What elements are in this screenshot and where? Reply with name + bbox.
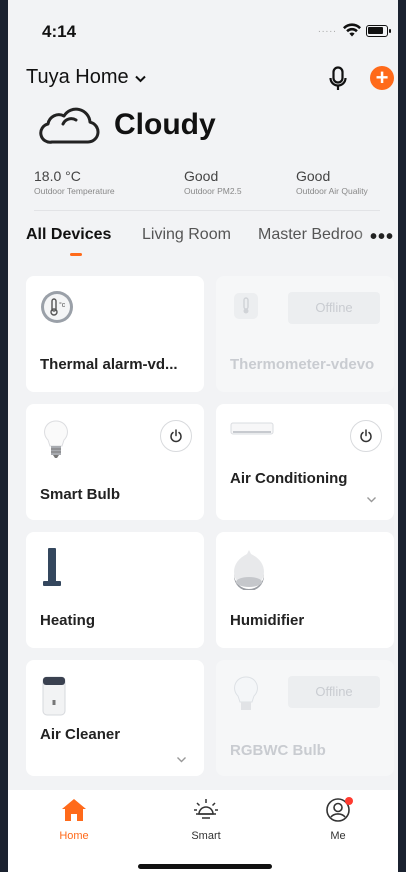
bulb-icon: [44, 420, 68, 458]
more-icon[interactable]: •••: [370, 226, 394, 249]
weather-summary: Cloudy: [38, 104, 216, 146]
nav-label: Smart: [191, 830, 221, 842]
metric-temperature: 18.0 °C Outdoor Temperature: [34, 168, 115, 196]
chevron-down-icon[interactable]: [176, 754, 187, 766]
nav-label: Me: [330, 830, 346, 842]
metric-value: Good: [184, 168, 219, 184]
status-time: 4:14: [42, 22, 77, 41]
device-card-heating[interactable]: Heating: [26, 532, 204, 648]
device-card-air-conditioning[interactable]: Air Conditioning: [216, 404, 394, 520]
divider: [34, 210, 380, 211]
bottom-nav: Home Smart Me: [8, 790, 398, 872]
nav-me[interactable]: Me: [298, 796, 378, 842]
metric-label: Outdoor Air Quality: [296, 186, 368, 196]
microphone-icon[interactable]: [328, 66, 348, 92]
power-button[interactable]: [160, 420, 192, 452]
notification-badge: [345, 797, 353, 805]
air-cleaner-icon: [42, 676, 66, 716]
thermometer-icon: [234, 293, 258, 319]
sun-icon: [194, 799, 218, 819]
power-button[interactable]: [350, 420, 382, 452]
device-card-thermometer[interactable]: Offline Thermometer-vdevo: [216, 276, 394, 392]
power-icon: [170, 429, 182, 443]
home-icon: [62, 799, 86, 821]
signal-icon: .....: [318, 24, 337, 35]
device-card-air-cleaner[interactable]: Air Cleaner: [26, 660, 204, 776]
nav-label: Home: [59, 830, 89, 842]
home-name: Tuya Home: [26, 66, 129, 88]
tab-living-room[interactable]: Living Room: [142, 226, 231, 244]
device-name: Thermal alarm-vd...: [40, 356, 178, 373]
tab-all-devices[interactable]: All Devices: [26, 226, 111, 244]
home-indicator: [138, 864, 272, 869]
battery-icon: [366, 25, 391, 37]
status-bar: 4:14 .....: [8, 0, 398, 60]
device-card-thermal-alarm[interactable]: °c Thermal alarm-vd...: [26, 276, 204, 392]
device-name: Air Conditioning: [230, 470, 348, 487]
device-name: Thermometer-vdevo: [230, 356, 375, 373]
thermal-alarm-icon: °c: [41, 291, 73, 323]
weather-metrics: 18.0 °C Outdoor Temperature Good Outdoor…: [34, 168, 394, 208]
chevron-down-icon[interactable]: [366, 494, 377, 506]
add-device-button[interactable]: +: [370, 66, 394, 90]
weather-condition: Cloudy: [114, 108, 216, 141]
cloud-icon: [39, 107, 100, 144]
device-name: Heating: [40, 612, 96, 629]
phone-screen: 4:14 ..... Tuya Home + Cloudy 18.0 °C Ou…: [8, 0, 398, 872]
svg-text:°c: °c: [59, 301, 66, 309]
device-card-smart-bulb[interactable]: Smart Bulb: [26, 404, 204, 520]
metric-air-quality: Good Outdoor Air Quality: [296, 168, 368, 196]
home-selector[interactable]: Tuya Home: [26, 66, 146, 89]
room-tabs: All Devices Living Room Master Bedroo: [26, 222, 398, 262]
metric-label: Outdoor Temperature: [34, 186, 115, 196]
device-name: RGBWC Bulb: [230, 742, 326, 759]
active-tab-indicator: [70, 253, 82, 256]
device-card-rgbwc-bulb[interactable]: Offline RGBWC Bulb: [216, 660, 394, 776]
nav-smart[interactable]: Smart: [166, 796, 246, 842]
rgb-bulb-icon: [234, 676, 258, 710]
wifi-icon: [343, 23, 361, 37]
metric-value: 18.0 °C: [34, 168, 81, 184]
chevron-down-icon: [134, 71, 146, 86]
metric-pm25: Good Outdoor PM2.5: [184, 168, 242, 196]
tab-master-bedroom[interactable]: Master Bedroo: [258, 226, 363, 244]
power-icon: [360, 429, 372, 443]
device-name: Humidifier: [230, 612, 305, 629]
device-name: Air Cleaner: [40, 726, 121, 743]
metric-label: Outdoor PM2.5: [184, 186, 242, 196]
device-card-humidifier[interactable]: Humidifier: [216, 532, 394, 648]
device-name: Smart Bulb: [40, 486, 121, 503]
heater-icon: [43, 548, 61, 586]
metric-value: Good: [296, 168, 331, 184]
humidifier-icon: [234, 550, 264, 590]
air-conditioner-icon: [230, 422, 274, 435]
offline-badge: Offline: [288, 676, 380, 708]
nav-home[interactable]: Home: [34, 796, 114, 842]
offline-badge: Offline: [288, 292, 380, 324]
